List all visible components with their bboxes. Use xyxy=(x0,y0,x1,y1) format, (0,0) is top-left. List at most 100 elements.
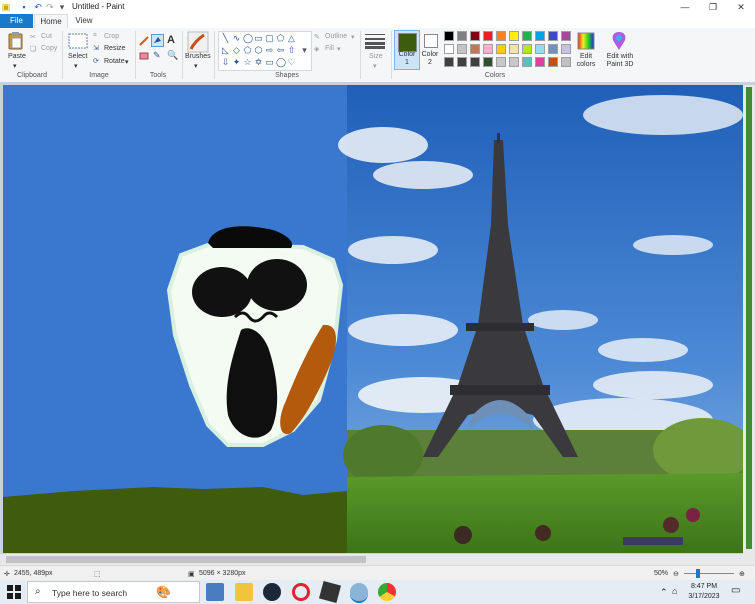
clock-date[interactable]: 3/17/2023 xyxy=(686,593,722,600)
palette-swatch[interactable] xyxy=(535,31,545,41)
fill-button[interactable]: Fill xyxy=(325,45,334,52)
edit-paint3d-button[interactable]: Edit with Paint 3D xyxy=(603,53,637,69)
select-button[interactable]: Select xyxy=(68,53,87,60)
shape-pentagon-icon[interactable]: ⬠ xyxy=(243,46,252,55)
tab-file[interactable]: File xyxy=(0,14,33,28)
palette-swatch[interactable] xyxy=(561,44,571,54)
taskbar-paint-icon[interactable] xyxy=(350,583,368,603)
palette-swatch[interactable] xyxy=(522,44,532,54)
taskbar-file-explorer-icon[interactable] xyxy=(235,583,253,601)
palette-swatch[interactable] xyxy=(470,31,480,41)
palette-swatch[interactable] xyxy=(496,44,506,54)
size-icon[interactable] xyxy=(365,33,385,49)
color2-swatch[interactable] xyxy=(424,34,438,48)
palette-swatch[interactable] xyxy=(561,31,571,41)
palette-swatch[interactable] xyxy=(457,57,467,67)
palette-swatch[interactable] xyxy=(535,57,545,67)
taskbar-opera-icon[interactable] xyxy=(292,583,310,601)
pencil-icon[interactable] xyxy=(139,36,149,46)
shape-oval-icon[interactable]: ◯ xyxy=(243,34,253,43)
undo-icon[interactable]: ↶ xyxy=(33,2,43,12)
palette-swatch[interactable] xyxy=(470,57,480,67)
palette-swatch[interactable] xyxy=(444,44,454,54)
rotate-dropdown-icon[interactable]: ▾ xyxy=(125,58,129,66)
redo-icon[interactable]: ↷ xyxy=(45,2,55,12)
paint3d-icon[interactable] xyxy=(610,31,628,51)
resize-button[interactable]: Resize xyxy=(104,45,125,52)
shape-triangle-icon[interactable]: △ xyxy=(287,34,296,43)
palette-swatch[interactable] xyxy=(509,31,519,41)
shape-right-arrow-icon[interactable]: ⇨ xyxy=(265,46,274,55)
palette-swatch[interactable] xyxy=(548,31,558,41)
palette-swatch[interactable] xyxy=(509,57,519,67)
windows-start-icon[interactable] xyxy=(5,583,23,601)
shape-heart-icon[interactable]: ♡ xyxy=(287,58,296,67)
horizontal-scroll-thumb[interactable] xyxy=(6,556,366,563)
edit-colors-icon[interactable] xyxy=(577,32,595,50)
palette-swatch[interactable] xyxy=(496,57,506,67)
brushes-icon[interactable] xyxy=(187,31,209,53)
paste-label[interactable]: Paste xyxy=(8,53,26,60)
shape-six-point-star-icon[interactable]: ✡ xyxy=(254,58,263,67)
shape-hexagon-icon[interactable]: ⬡ xyxy=(254,46,263,55)
select-icon[interactable] xyxy=(68,33,88,49)
eraser-icon[interactable] xyxy=(139,52,149,60)
taskbar-roblox-icon[interactable] xyxy=(318,580,342,604)
palette-swatch[interactable] xyxy=(483,57,493,67)
palette-swatch[interactable] xyxy=(535,44,545,54)
palette-swatch[interactable] xyxy=(457,31,467,41)
palette-swatch[interactable] xyxy=(522,57,532,67)
search-highlight-icon[interactable]: 🎨 xyxy=(156,585,171,599)
shape-up-arrow-icon[interactable]: ⇧ xyxy=(287,46,296,55)
shape-left-arrow-icon[interactable]: ⇦ xyxy=(276,46,285,55)
taskbar-chrome-icon[interactable] xyxy=(378,583,396,601)
shape-four-point-star-icon[interactable]: ✦ xyxy=(232,58,241,67)
notifications-icon[interactable]: ▭ xyxy=(731,585,740,596)
drawing-canvas[interactable] xyxy=(3,85,743,553)
shape-right-triangle-icon[interactable]: ◺ xyxy=(221,46,230,55)
palette-swatch[interactable] xyxy=(522,31,532,41)
shape-polygon-icon[interactable]: ⬠ xyxy=(276,34,285,43)
shape-line-icon[interactable]: ╲ xyxy=(221,34,230,43)
horizontal-scrollbar[interactable] xyxy=(0,554,755,565)
vertical-scroll-thumb[interactable] xyxy=(746,87,752,549)
save-icon[interactable]: ▪ xyxy=(19,2,29,12)
zoom-out-button[interactable]: ⊖ xyxy=(673,570,679,578)
crop-button[interactable]: Crop xyxy=(104,33,119,40)
paste-dropdown-icon[interactable]: ▾ xyxy=(13,62,17,70)
close-button[interactable]: ✕ xyxy=(727,0,755,14)
tab-home[interactable]: Home xyxy=(34,14,68,29)
copy-button[interactable]: Copy xyxy=(41,45,57,52)
size-dropdown-icon[interactable]: ▾ xyxy=(373,62,377,70)
tab-view[interactable]: View xyxy=(70,14,98,28)
network-icon[interactable]: ⌂ xyxy=(672,586,677,596)
shape-callout-icon[interactable]: ▭ xyxy=(265,58,274,67)
shape-rounded-rectangle-icon[interactable]: ▢ xyxy=(265,34,274,43)
taskbar-steam-icon[interactable] xyxy=(263,583,281,601)
taskbar-task-view-icon[interactable] xyxy=(206,583,224,601)
color-picker-icon[interactable]: ✎ xyxy=(153,50,161,61)
palette-swatch[interactable] xyxy=(444,31,454,41)
color2-label[interactable]: Color 2 xyxy=(421,51,439,67)
zoom-in-button[interactable]: ⊕ xyxy=(739,570,745,578)
palette-swatch[interactable] xyxy=(470,44,480,54)
edit-colors-button[interactable]: Edit colors xyxy=(575,53,597,69)
shape-diamond-icon[interactable]: ◇ xyxy=(232,46,241,55)
zoom-slider[interactable] xyxy=(684,569,734,578)
fill-dropdown-icon[interactable]: ▾ xyxy=(337,45,341,53)
brushes-button[interactable]: Brushes xyxy=(185,53,211,60)
palette-swatch[interactable] xyxy=(548,57,558,67)
cut-button[interactable]: Cut xyxy=(41,33,52,40)
palette-swatch[interactable] xyxy=(444,57,454,67)
brushes-dropdown-icon[interactable]: ▾ xyxy=(194,62,198,70)
shape-curve-icon[interactable]: ∿ xyxy=(232,34,241,43)
taskbar-search-box[interactable]: ⌕ Type here to search 🎨 xyxy=(27,581,200,603)
shape-down-arrow-icon[interactable]: ⇩ xyxy=(221,58,230,67)
rotate-button[interactable]: Rotate xyxy=(104,58,125,65)
shape-five-point-star-icon[interactable]: ☆ xyxy=(243,58,252,67)
outline-button[interactable]: Outline xyxy=(325,33,347,40)
fill-bucket-icon[interactable] xyxy=(151,34,164,47)
palette-swatch[interactable] xyxy=(561,57,571,67)
zoom-slider-thumb[interactable] xyxy=(696,569,700,578)
magnifier-icon[interactable]: 🔍 xyxy=(167,50,178,61)
